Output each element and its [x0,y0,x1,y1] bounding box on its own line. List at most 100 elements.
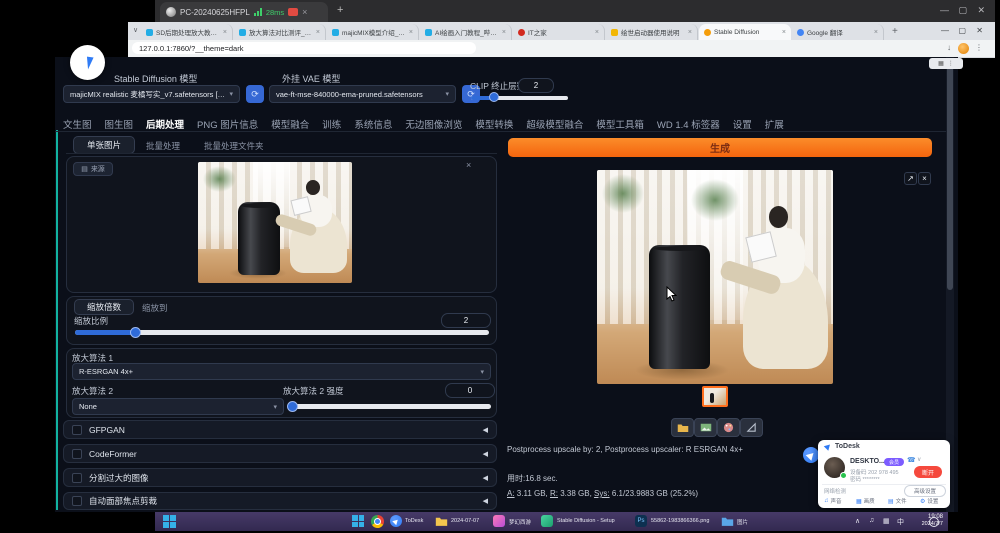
tab-img2img[interactable]: 图生图 [105,117,134,131]
tab-model-converter[interactable]: 模型转换 [475,117,513,131]
taskbar-folder-icon[interactable] [435,516,448,526]
tray-ime-indicator[interactable]: 中 [897,517,904,527]
todesk-action-sound[interactable]: ♫声音 [824,497,842,505]
clear-source-image-icon[interactable]: × [466,160,471,170]
close-session-icon[interactable]: × [302,7,307,17]
chevron-icon[interactable]: ∨ [917,456,921,463]
close-tab-icon[interactable]: × [782,29,786,36]
browser-tab[interactable]: SD后期处理放大教程_哔哩哔哩_bilibili × [141,24,233,40]
upscaler2-dropdown[interactable]: None ▾ [72,398,284,415]
subtab-batch-folder[interactable]: 批量处理文件夹 [204,140,264,152]
tab-checkpoint-merger[interactable]: 模型融合 [271,117,309,131]
close-tab-icon[interactable]: × [502,29,506,36]
close-window-icon[interactable]: ✕ [977,5,985,16]
send-to-img2img-button[interactable] [717,418,740,437]
scale-ratio-value[interactable]: 2 [441,313,491,328]
phone-icon[interactable]: ☎ [907,456,916,464]
close-tab-icon[interactable]: × [316,29,320,36]
advanced-settings-button[interactable]: 高级设置 [904,485,946,497]
url-field[interactable]: 127.0.0.1:7860/?__theme=dark [132,42,476,54]
browser-tab[interactable]: IT之家 × [513,24,605,40]
send-to-extras-button[interactable] [740,418,763,437]
subtab-single-image-active[interactable]: 单张图片 [73,136,135,154]
browser-tab[interactable]: Google 翻译 × [792,24,884,40]
close-tab-icon[interactable]: × [595,29,599,36]
tab-extras-active[interactable]: 后期处理 [146,117,184,131]
close-result-icon[interactable]: × [918,172,931,185]
scale-to-tab[interactable]: 缩放到 [142,302,168,314]
tab-super-merger[interactable]: 超级模型融合 [526,117,583,131]
source-chip[interactable]: ▤ 来源 [73,162,113,176]
tab-scroll-icon[interactable]: ∨ [133,26,138,34]
start-button[interactable] [163,515,176,528]
split-oversized-checkbox[interactable] [72,473,82,483]
tray-expand-icon[interactable]: ∧ [855,517,860,525]
taskbar-photoshop-icon[interactable]: Ps [635,515,647,527]
upscaler2-strength-value[interactable]: 0 [445,383,495,398]
upscaler2-strength-slider[interactable] [291,404,491,409]
tab-train[interactable]: 训练 [322,117,341,131]
source-image[interactable] [198,162,352,283]
clip-skip-slider-handle[interactable] [489,92,499,102]
tab-extensions[interactable]: 扩展 [765,117,784,131]
result-thumbnail[interactable] [702,386,728,407]
profile-avatar[interactable] [958,43,969,54]
todesk-collapsed-toolbar[interactable]: ▦ ⋮ [929,58,963,69]
auto-focal-crop-checkbox[interactable] [72,496,82,506]
todesk-action-settings[interactable]: ⚙设置 [920,497,938,505]
result-image[interactable] [597,170,833,384]
accordion-gfpgan[interactable]: GFPGAN ◀ [63,420,497,439]
taskbar-app-label[interactable]: 梦幻西游 [509,518,535,526]
generate-button[interactable]: 生成 [508,138,932,157]
disconnect-button[interactable]: 断开 [914,466,942,478]
taskbar-sd-icon[interactable] [541,515,553,527]
expand-result-icon[interactable]: ↗ [904,172,917,185]
close-tab-icon[interactable]: × [223,29,227,36]
record-icon[interactable] [288,8,298,16]
tab-txt2img[interactable]: 文生图 [63,117,92,131]
browser-menu-icon[interactable]: ⋮ [975,43,983,52]
accordion-codeformer[interactable]: CodeFormer ◀ [63,444,497,463]
sd-model-dropdown[interactable]: majicMIX realistic 麦橘写实_v7.safetensors [… [63,85,240,103]
taskbar-ps-label[interactable]: 55862-1983866366.png [651,518,715,524]
taskbar-app-icon[interactable] [493,515,505,527]
new-tab-button[interactable]: + [892,26,898,37]
minimize-icon[interactable]: — [940,5,949,15]
browser-tab[interactable]: 放大算法对比测评_哔哩哔哩_bilibili × [234,24,326,40]
taskbar-pictures-icon[interactable] [721,516,734,526]
scale-ratio-slider-handle[interactable] [130,327,141,338]
todesk-session-tab[interactable]: PC-20240625HFPL 28ms × [160,2,328,22]
tab-system-info[interactable]: 系统信息 [354,117,392,131]
subtab-batch-process[interactable]: 批量处理 [146,140,180,152]
close-tab-icon[interactable]: × [688,29,692,36]
upscaler2-strength-slider-handle[interactable] [287,401,298,412]
open-folder-button[interactable] [671,418,694,437]
codeformer-checkbox[interactable] [72,449,82,459]
taskbar-todesk-icon[interactable] [390,515,402,527]
taskbar-folder-label[interactable]: 2024-07-07 [451,518,489,524]
refresh-sd-model-button[interactable]: ⟳ [246,85,264,103]
scale-by-tab-active[interactable]: 缩放倍数 [74,299,134,315]
browser-tab[interactable]: AI绘画入门教程_哔哩哔哩_bilibili × [420,24,512,40]
tab-settings[interactable]: 设置 [733,117,752,131]
tab-wd-tagger[interactable]: WD 1.4 标签器 [657,117,720,131]
tab-png-info[interactable]: PNG 图片信息 [197,117,258,131]
browser-tab[interactable]: majicMIX模型介绍_哔哩哔哩_bilibili × [327,24,419,40]
todesk-action-file[interactable]: ▤文件 [888,497,907,505]
notification-icon[interactable] [929,517,939,527]
close-tab-icon[interactable]: × [409,29,413,36]
save-image-button[interactable] [694,418,717,437]
upscaler1-dropdown[interactable]: R-ESRGAN 4x+ ▾ [72,363,491,380]
todesk-action-display[interactable]: ▦画质 [856,497,875,505]
new-session-button[interactable]: + [337,4,343,16]
taskbar-chrome-icon[interactable] [371,515,384,528]
vae-dropdown[interactable]: vae-ft-mse-840000-ema-pruned.safetensors… [269,85,456,103]
accordion-split-oversized[interactable]: 分割过大的图像 ◀ [63,468,497,487]
browser-minimize-icon[interactable]: — [941,26,949,35]
browser-tab[interactable]: 绘世启动器使用说明 × [606,24,698,40]
close-tab-icon[interactable]: × [874,29,878,36]
browser-maximize-icon[interactable]: ▢ [958,26,966,35]
download-icon[interactable]: ↓ [947,43,951,52]
taskbar-windows-icon[interactable] [352,515,364,527]
taskbar-pictures-label[interactable]: 图片 [737,518,753,526]
